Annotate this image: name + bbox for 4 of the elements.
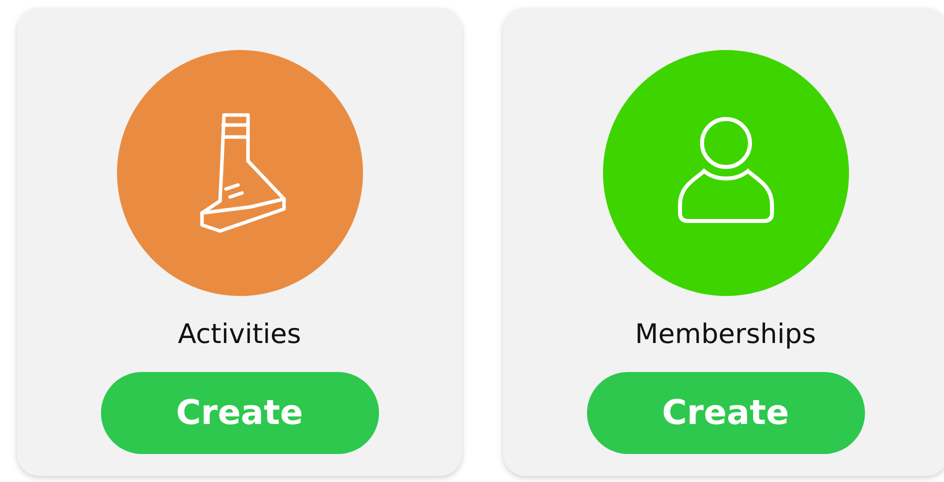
card-title: Memberships: [635, 318, 816, 352]
create-button[interactable]: Create: [100, 372, 378, 454]
create-button[interactable]: Create: [586, 372, 864, 454]
card-title: Activities: [178, 318, 302, 352]
